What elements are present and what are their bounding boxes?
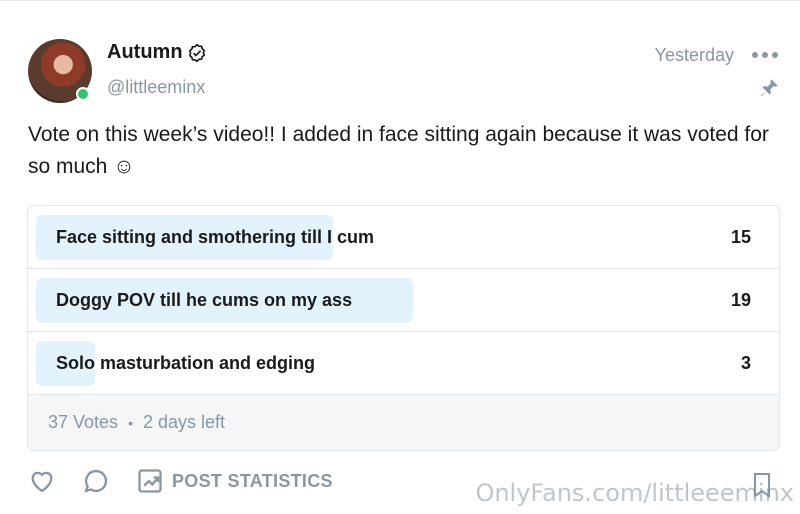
- poll-option-count: 19: [730, 290, 751, 310]
- online-status-dot: [76, 87, 90, 101]
- watermark: OnlyFans.com/littleeeminx: [475, 479, 794, 507]
- more-options-icon[interactable]: [752, 45, 778, 65]
- poll-option[interactable]: Doggy POV till he cums on my ass 19: [28, 269, 779, 332]
- post-card: Autumn @littleeminx Yesterday Vote on th…: [0, 0, 800, 514]
- poll-option[interactable]: Face sitting and smothering till I cum 1…: [28, 206, 779, 269]
- post-statistics-button[interactable]: POST STATISTICS: [136, 467, 333, 495]
- poll-footer: 37 Votes • 2 days left: [28, 395, 779, 450]
- poll-option-count: 3: [740, 353, 751, 373]
- post-actions: POST STATISTICS: [28, 467, 333, 495]
- poll-option-label: Doggy POV till he cums on my ass: [56, 290, 353, 310]
- poll-option[interactable]: Solo masturbation and edging 3: [28, 332, 779, 395]
- author-name[interactable]: Autumn: [107, 41, 183, 64]
- poll: Face sitting and smothering till I cum 1…: [27, 205, 780, 451]
- pin-icon[interactable]: [758, 77, 780, 99]
- poll-option-label: Face sitting and smothering till I cum: [56, 227, 375, 247]
- poll-option-label: Solo masturbation and edging: [56, 353, 316, 373]
- post-time: Yesterday: [654, 45, 734, 65]
- avatar[interactable]: [28, 39, 92, 103]
- author-name-row: Autumn: [107, 41, 207, 64]
- poll-separator: •: [128, 414, 133, 431]
- poll-option-count: 15: [730, 227, 751, 247]
- author-handle[interactable]: @littleeminx: [107, 77, 205, 98]
- poll-votes: 37 Votes: [48, 412, 119, 432]
- post-text: Vote on this week’s video!! I added in f…: [28, 123, 769, 178]
- like-heart-icon[interactable]: [28, 467, 56, 495]
- comment-bubble-icon[interactable]: [82, 467, 110, 495]
- verified-badge-icon: [187, 43, 207, 63]
- post-statistics-label: POST STATISTICS: [172, 470, 333, 491]
- statistics-chart-icon: [136, 467, 164, 495]
- poll-time-left: 2 days left: [142, 412, 226, 432]
